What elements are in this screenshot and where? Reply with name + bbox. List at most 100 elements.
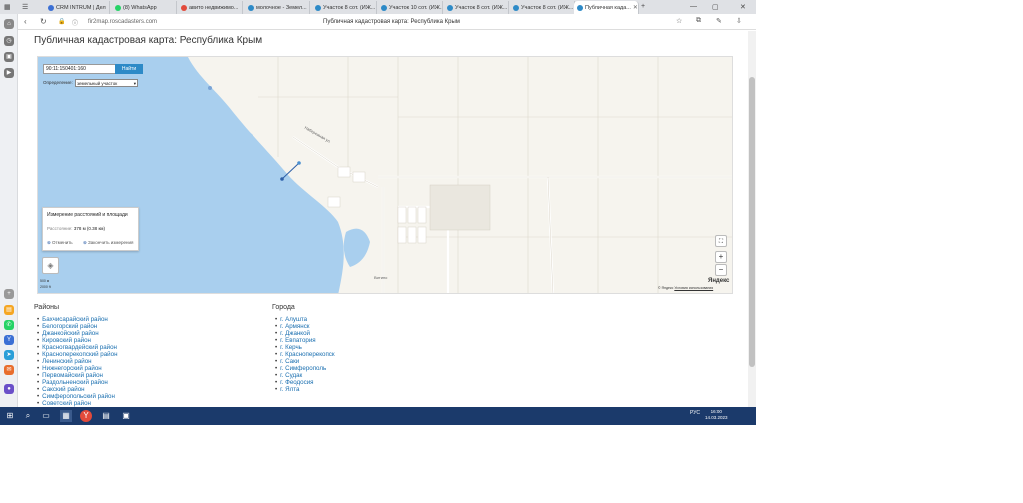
cities-link[interactable]: г. Феодосия (275, 379, 335, 386)
browser-window: ▦ ☰ CRM INTRUM | Дел (8) WhatsApp авито не… (0, 0, 756, 425)
map-attribution: © Яндекс Условия использования (658, 286, 714, 290)
site-info-icon[interactable]: ⓘ (72, 18, 78, 27)
windows-taskbar: ⊞ ⌕ ▭ ▦ Y ▤ ▣ РУС 16:00 14.03.2023 (0, 407, 756, 425)
cities-link[interactable]: г. Ялта (275, 386, 335, 393)
close-window-icon[interactable]: ✕ (740, 3, 746, 11)
map-canvas[interactable] (38, 57, 733, 294)
language-indicator[interactable]: РУС (690, 410, 700, 416)
districts-link[interactable]: Кировский район (37, 337, 117, 344)
sidebar-telegram-icon[interactable]: ➤ (4, 350, 14, 360)
cadastral-map[interactable]: Набережная ул. Витино 90:11:150401:160 Н… (37, 56, 733, 294)
sidebar-home-icon[interactable]: ⌂ (4, 19, 14, 29)
downloads-icon[interactable]: ⇩ (736, 17, 742, 25)
browser-tab[interactable]: Публичная када... ✕ (574, 1, 639, 14)
new-tab-icon[interactable]: + (641, 3, 645, 10)
sidebar-yandex-icon[interactable]: Y (4, 335, 14, 345)
tab-label: Публичная када... (585, 4, 631, 11)
zoom-out-button[interactable]: − (715, 264, 727, 276)
districts-link[interactable]: Нижнегорский район (37, 365, 117, 372)
measure-finish-link[interactable]: ⊗ Закончить измерения (83, 240, 133, 246)
scrollbar-thumb[interactable] (749, 77, 755, 367)
cities-link[interactable]: г. Симферополь (275, 365, 335, 372)
tab-favicon-icon (577, 4, 583, 11)
definition-select[interactable]: земельный участок ▾ (75, 79, 138, 87)
back-icon[interactable]: ‹ (24, 17, 27, 26)
tab-favicon-icon (115, 4, 121, 11)
start-icon[interactable]: ⊞ (4, 410, 16, 422)
taskbar-media-icon[interactable]: ▤ (100, 410, 112, 422)
cities-link[interactable]: г. Джанкой (275, 330, 335, 337)
collections-icon[interactable]: ⧉ (696, 17, 701, 25)
cities-link[interactable]: г. Саки (275, 358, 335, 365)
cities-link[interactable]: г. Армянск (275, 323, 335, 330)
search-icon[interactable]: ⌕ (22, 410, 34, 422)
sidebar-play-icon[interactable]: ▶ (4, 68, 14, 78)
districts-link[interactable]: Ленинский район (37, 358, 117, 365)
browser-menu-icon[interactable]: ▦ (4, 3, 11, 11)
built-area (429, 184, 491, 231)
browser-tab[interactable]: молочное - Земел... (245, 1, 310, 14)
browser-tab[interactable]: Участок 8 сот. (ИЖ... (444, 1, 509, 14)
browser-sidebar: ⌂ ◷ ▣ ▶ + ▤ ✆ Y ➤ ✉ ● (0, 14, 18, 407)
tab-label: CRM INTRUM | Дел (56, 4, 106, 11)
districts-link[interactable]: Белогорский район (37, 323, 117, 330)
browser-tab[interactable]: Участок 10 сот. (ИЖ... (378, 1, 443, 14)
districts-link[interactable]: Советский район (37, 400, 117, 407)
tab-list-icon[interactable]: ☰ (22, 3, 28, 11)
extension-icon[interactable]: ✎ (716, 17, 722, 25)
districts-link[interactable]: Красноперекопский район (37, 351, 117, 358)
yandex-browser-icon[interactable]: Y (80, 410, 92, 422)
minimize-icon[interactable]: — (690, 3, 697, 10)
tab-label: молочное - Земел... (256, 4, 307, 11)
sidebar-alice-icon[interactable]: ● (4, 384, 14, 394)
sidebar-mail-icon[interactable]: ✉ (4, 365, 14, 375)
tab-label: Участок 8 сот. (ИЖ... (521, 4, 574, 11)
sidebar-add-icon[interactable]: + (4, 289, 14, 299)
maximize-icon[interactable]: ▢ (712, 3, 719, 11)
districts-link[interactable]: Красногвардейский район (37, 344, 117, 351)
cities-link[interactable]: г. Судак (275, 372, 335, 379)
districts-link[interactable]: Сакский район (37, 386, 117, 393)
districts-link[interactable]: Джанкойский район (37, 330, 117, 337)
reload-icon[interactable]: ↻ (40, 17, 47, 26)
districts-link[interactable]: Первомайский район (37, 372, 117, 379)
url-field[interactable]: fir2map.roscadasters.com (88, 17, 188, 27)
districts-link[interactable]: Бахчисарайский район (37, 316, 117, 323)
browser-tab[interactable]: авито недвижимо... (178, 1, 243, 14)
measure-reset-link[interactable]: ⊗ Отменить (47, 240, 73, 246)
browser-tab[interactable]: (8) WhatsApp (112, 1, 177, 14)
districts-link[interactable]: Симферопольский район (37, 393, 117, 400)
zoom-in-button[interactable]: + (715, 251, 727, 263)
sidebar-history-icon[interactable]: ◷ (4, 36, 14, 46)
close-tab-icon[interactable]: ✕ (633, 4, 638, 11)
browser-tab[interactable]: Участок 8 сот. (ИЖ... (312, 1, 377, 14)
place-label: Витино (374, 275, 388, 280)
sidebar-whatsapp-icon[interactable]: ✆ (4, 320, 14, 330)
plots (327, 166, 427, 244)
sidebar-apps-icon[interactable]: ▣ (4, 52, 14, 62)
bookmark-icon[interactable]: ☆ (676, 17, 682, 25)
districts-link[interactable]: Раздольненский район (37, 379, 117, 386)
layers-button[interactable]: ◈ (42, 257, 59, 274)
taskbar-app-icon[interactable]: ▦ (60, 410, 72, 422)
clock[interactable]: 16:00 14.03.2023 (705, 409, 728, 421)
task-view-icon[interactable]: ▭ (40, 410, 52, 422)
tab-favicon-icon (447, 4, 453, 11)
cities-link[interactable]: г. Алушта (275, 316, 335, 323)
measure-panel: Измерение расстояний и площади Расстояни… (42, 207, 139, 251)
fullscreen-button[interactable]: ⛶ (715, 235, 727, 247)
cities-link[interactable]: г. Керчь (275, 344, 335, 351)
browser-tab[interactable]: CRM INTRUM | Дел (45, 1, 110, 14)
page-content: Публичная кадастровая карта: Республика … (19, 31, 748, 407)
tab-favicon-icon (513, 4, 519, 11)
file-explorer-icon[interactable]: ▣ (120, 410, 132, 422)
sidebar-folder-icon[interactable]: ▤ (4, 305, 14, 315)
cities-link[interactable]: г. Красноперекопск (275, 351, 334, 358)
page-scrollbar[interactable] (748, 31, 756, 407)
browser-tab[interactable]: Участок 8 сот. (ИЖ... (510, 1, 575, 14)
page-title: Публичная кадастровая карта: Республика … (34, 35, 263, 46)
find-button[interactable]: Найти (115, 64, 143, 74)
tab-label: Участок 8 сот. (ИЖ... (455, 4, 508, 11)
terms-link[interactable]: Условия использования (674, 286, 713, 290)
cities-link[interactable]: г. Евпатория (275, 337, 335, 344)
